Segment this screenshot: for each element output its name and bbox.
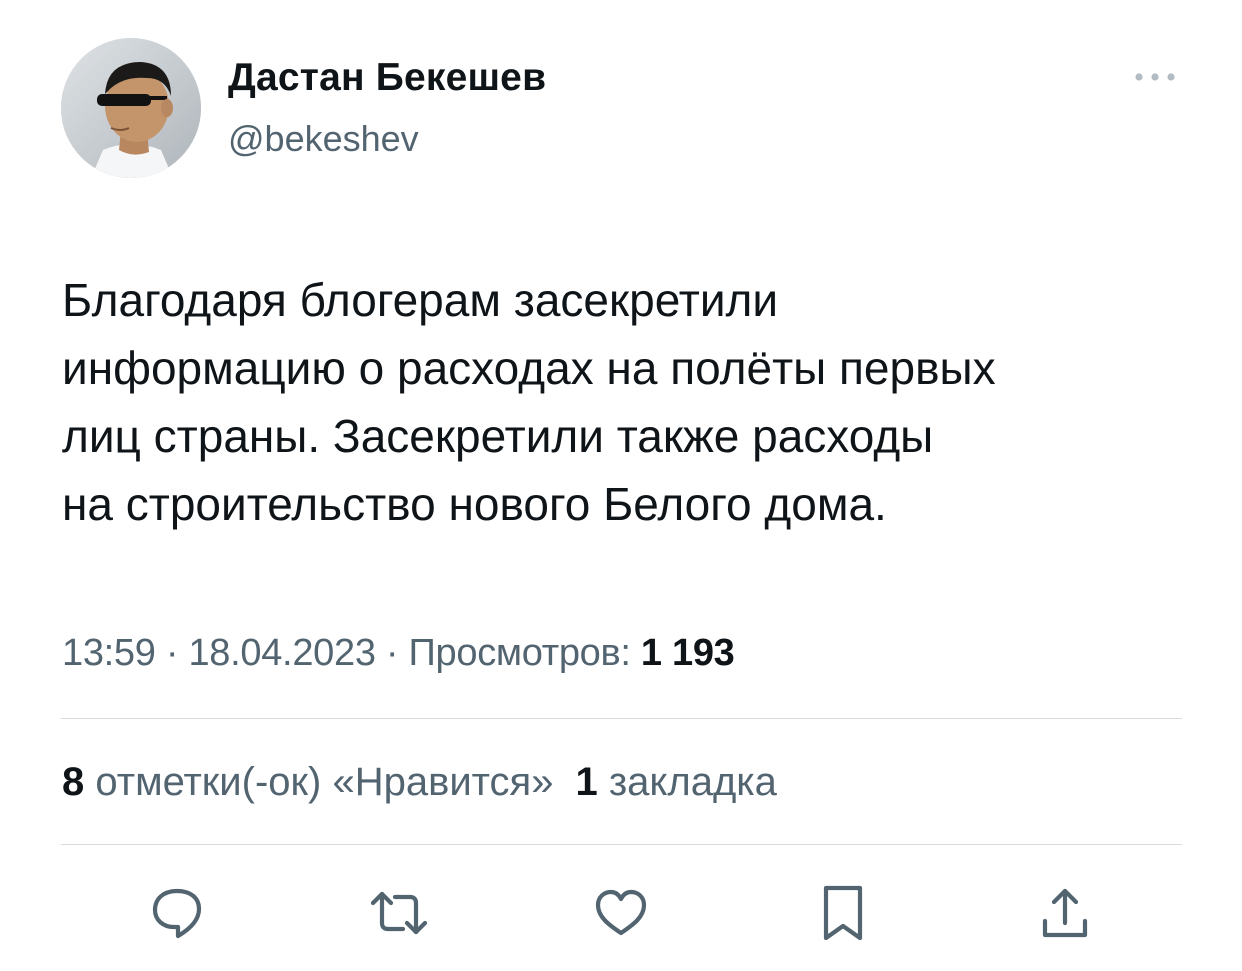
- views-count: 1 193: [640, 632, 735, 674]
- more-options-button[interactable]: [1126, 60, 1186, 94]
- reply-button[interactable]: [142, 878, 212, 948]
- tweet-text-line: на строительство нового Белого дома.: [62, 478, 887, 530]
- meta-separator: ·: [155, 632, 189, 674]
- tweet-stats: 8 отметки(-ок) «Нравится» 1 закладка: [62, 760, 777, 805]
- reply-bubble-icon: [152, 888, 202, 939]
- like-button[interactable]: [586, 878, 656, 948]
- tweet-date[interactable]: 18.04.2023: [188, 632, 375, 674]
- more-dots-icon: [1135, 73, 1175, 81]
- likes-count: 8: [62, 760, 85, 804]
- likes-stat[interactable]: 8 отметки(-ок) «Нравится»: [62, 760, 553, 804]
- bookmark-button[interactable]: [808, 878, 878, 948]
- divider: [61, 718, 1182, 719]
- tweet-text-line: информацию о расходах на полёты первых: [62, 342, 996, 394]
- likes-label: отметки(-ок) «Нравится»: [95, 760, 554, 804]
- action-bar: [0, 878, 1242, 948]
- heart-icon: [595, 889, 647, 936]
- tweet-text-line: Благодаря блогерам засекретили: [62, 274, 779, 326]
- retweet-icon: [370, 891, 428, 935]
- bookmarks-stat[interactable]: 1 закладка: [575, 760, 776, 804]
- views-label: Просмотров:: [408, 632, 631, 674]
- tweet-meta: 13:59 · 18.04.2023 · Просмотров: 1 193: [62, 632, 735, 675]
- tweet-time[interactable]: 13:59: [62, 632, 156, 674]
- meta-separator: ·: [375, 632, 409, 674]
- tweet-text-line: лиц страны. Засекретили также расходы: [62, 410, 934, 462]
- share-upload-icon: [1042, 888, 1088, 938]
- divider: [61, 844, 1182, 845]
- bookmarks-label: закладка: [608, 760, 777, 804]
- avatar[interactable]: [61, 38, 201, 178]
- retweet-button[interactable]: [364, 878, 434, 948]
- tweet-text: Благодаря блогерам засекретили информаци…: [62, 266, 1192, 538]
- share-button[interactable]: [1030, 878, 1100, 948]
- user-handle[interactable]: @bekeshev: [228, 118, 419, 160]
- bookmarks-count: 1: [575, 760, 598, 804]
- display-name[interactable]: Дастан Бекешев: [228, 56, 546, 100]
- bookmark-icon: [823, 885, 863, 941]
